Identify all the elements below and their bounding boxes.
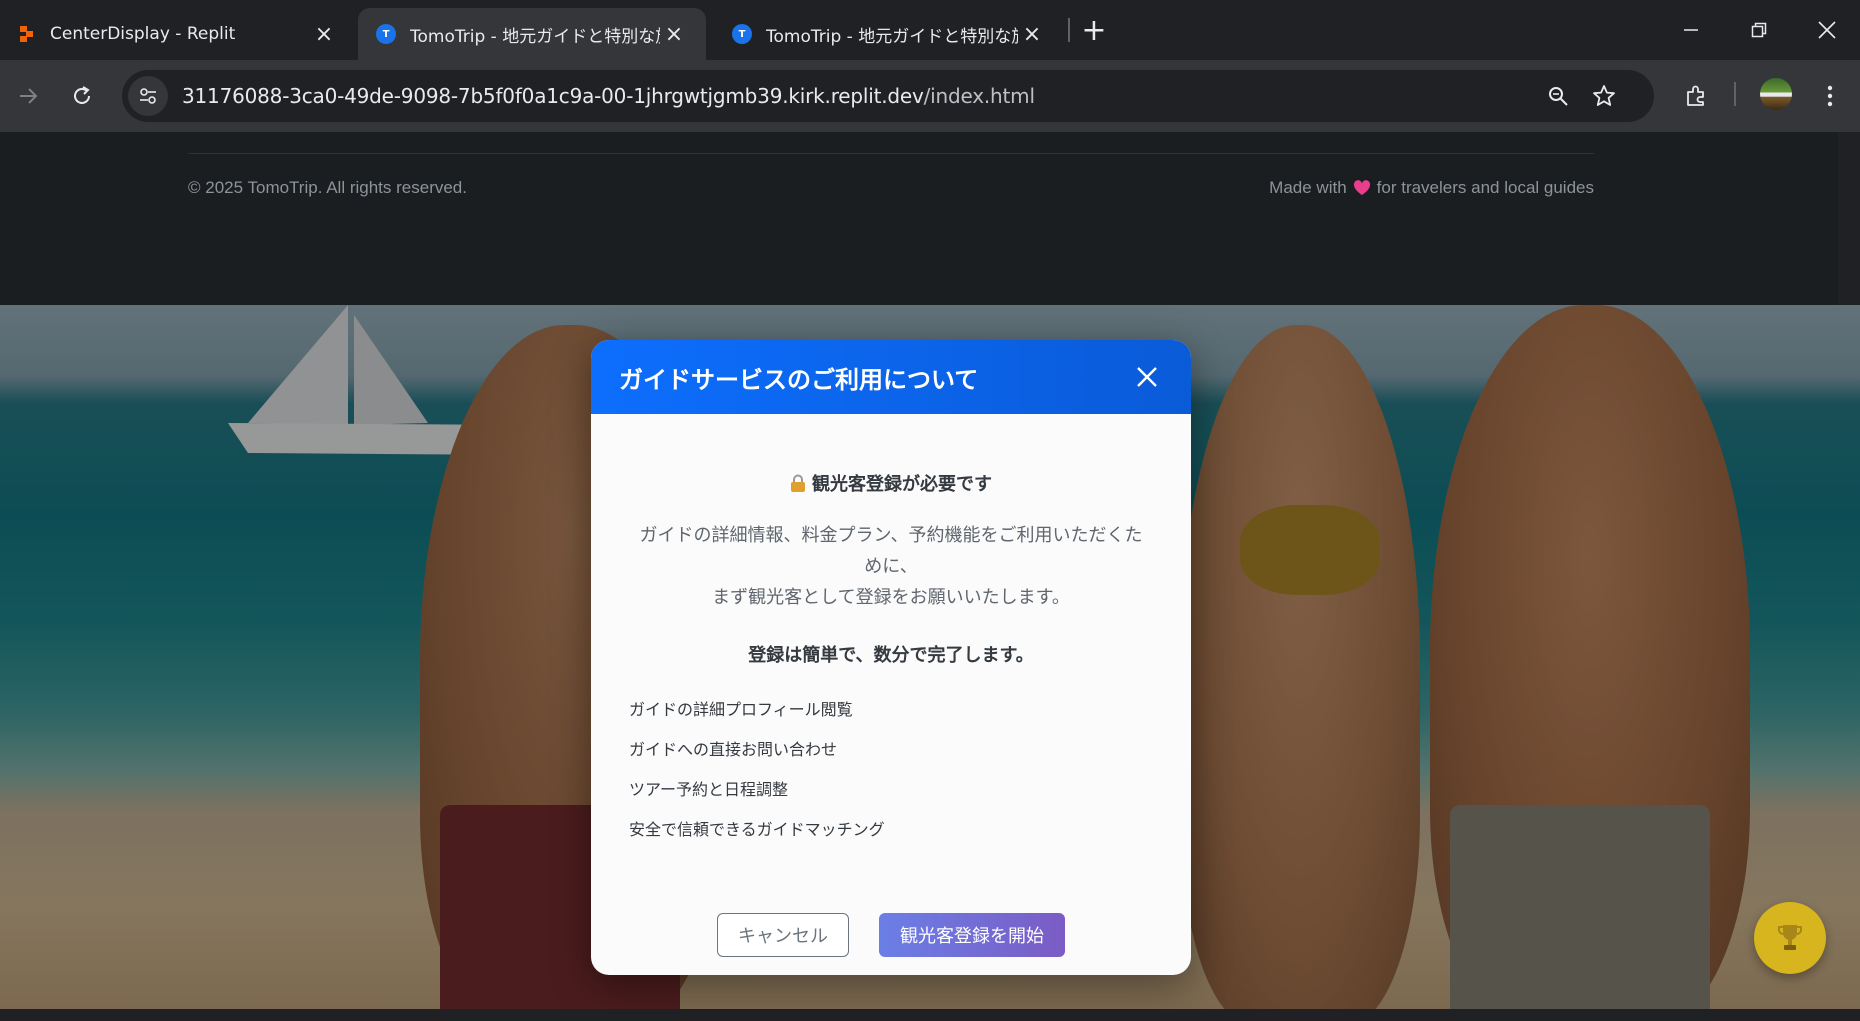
trophy-icon (1778, 925, 1802, 950)
bookmark-star-icon[interactable] (1588, 80, 1620, 112)
extensions-puzzle-icon[interactable] (1678, 78, 1714, 114)
zoom-icon[interactable] (1542, 80, 1574, 112)
modal-footer: キャンセル 観光客登録を開始 (591, 913, 1191, 957)
tab-tomotrip[interactable]: T TomoTrip - 地元ガイドと特別な旅 × (714, 8, 1064, 60)
trophy-fab-button[interactable] (1754, 902, 1826, 974)
sailboat-graphic (228, 305, 538, 455)
tab-centerdisplay[interactable]: CenterDisplay - Replit × (0, 8, 356, 60)
modal-title: ガイドサービスのご利用について (619, 365, 979, 394)
tab-close-icon[interactable]: × (1018, 20, 1046, 48)
person-right-shorts (1450, 805, 1710, 1009)
url-text: 31176088-3ca0-49de-9098-7b5f0f0a1c9a-00-… (182, 84, 1035, 108)
minimize-icon[interactable] (1668, 10, 1714, 50)
modal-header: ガイドサービスのご利用について (591, 340, 1191, 414)
replit-icon (18, 25, 36, 43)
window-close-icon[interactable] (1804, 10, 1850, 50)
benefit-item: ガイドへの直接お問い合わせ (629, 740, 838, 759)
tab-close-icon[interactable]: × (660, 20, 688, 48)
forward-arrow-icon[interactable] (10, 78, 46, 114)
tab-strip: CenterDisplay - Replit × T TomoTrip - 地元… (0, 0, 1860, 60)
modal-description: ガイドの詳細情報、料金プラン、予約機能をご利用いただくた めに、 まず観光客とし… (639, 525, 1143, 608)
site-info-icon[interactable] (128, 76, 168, 116)
start-registration-button[interactable]: 観光客登録を開始 (879, 913, 1065, 957)
new-tab-plus-icon[interactable]: + (1078, 12, 1110, 48)
browser-toolbar: 31176088-3ca0-49de-9098-7b5f0f0a1c9a-00-… (0, 60, 1860, 132)
tab-title: CenterDisplay - Replit (50, 24, 236, 44)
guide-service-modal: ガイドサービスのご利用について 観光客登録が必要です ガイドの詳細情報、料金プラ… (591, 340, 1191, 975)
footer-divider (188, 153, 1594, 154)
benefit-item: ガイドの詳細プロフィール閲覧 (629, 700, 853, 719)
tab-title: TomoTrip - 地元ガイドと特別な旅 (766, 26, 1018, 47)
registration-required-heading: 観光客登録が必要です (619, 470, 1163, 496)
reload-icon[interactable] (64, 78, 100, 114)
site-footer: © 2025 TomoTrip. All rights reserved. Ma… (0, 132, 1838, 305)
tab-separator (1068, 18, 1070, 42)
toolbar-separator (1734, 82, 1736, 106)
menu-kebab-icon[interactable] (1812, 78, 1848, 114)
lock-icon (790, 474, 806, 492)
person-woman (1180, 325, 1420, 1009)
footer-made-with: Made with for travelers and local guides (1269, 178, 1594, 197)
easy-registration-note: 登録は簡単で、数分で完了します。 (748, 645, 1034, 666)
benefit-item: ツアー予約と日程調整 (629, 780, 789, 799)
heart-icon (1353, 180, 1371, 196)
tab-title: TomoTrip - 地元ガイドと特別な旅 (410, 26, 660, 47)
profile-avatar[interactable] (1760, 78, 1792, 110)
person-right (1430, 305, 1750, 1009)
modal-close-icon[interactable] (1131, 361, 1163, 393)
tab-tomotrip-active[interactable]: T TomoTrip - 地元ガイドと特別な旅 × (358, 8, 706, 60)
address-bar[interactable]: 31176088-3ca0-49de-9098-7b5f0f0a1c9a-00-… (122, 70, 1654, 122)
cancel-button[interactable]: キャンセル (717, 913, 849, 957)
bottom-window-edge (0, 1009, 1860, 1021)
tomotrip-icon: T (732, 24, 752, 44)
benefit-item: 安全で信頼できるガイドマッチング (629, 820, 885, 839)
tomotrip-icon: T (376, 24, 396, 44)
modal-body: 観光客登録が必要です ガイドの詳細情報、料金プラン、予約機能をご利用いただくた … (591, 470, 1191, 857)
footer-copyright: © 2025 TomoTrip. All rights reserved. (188, 178, 467, 197)
tab-close-icon[interactable]: × (310, 20, 338, 48)
restore-icon[interactable] (1736, 10, 1782, 50)
benefits-list: ガイドの詳細プロフィール閲覧 ガイドへの直接お問い合わせ ツアー予約と日程調整 … (619, 697, 1163, 857)
person-woman-top (1240, 505, 1380, 595)
